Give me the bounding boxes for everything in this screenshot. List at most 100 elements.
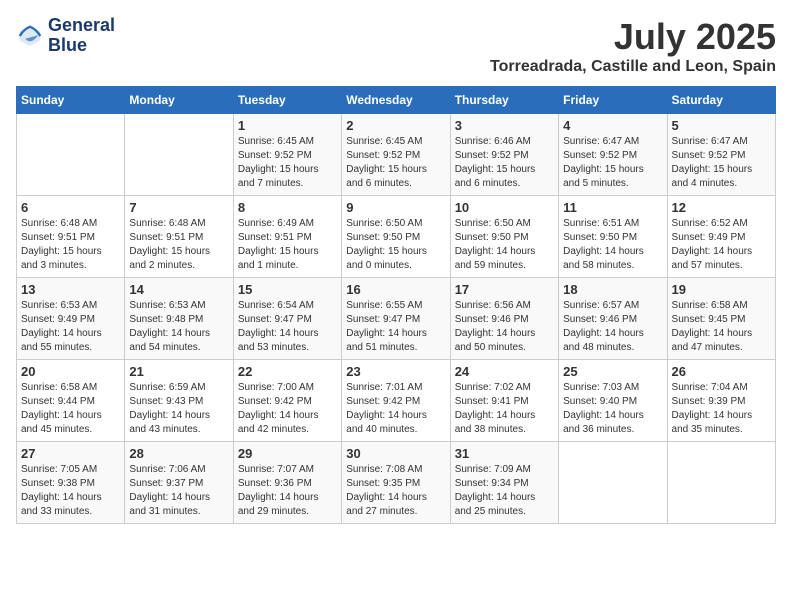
day-info: Sunrise: 6:55 AM Sunset: 9:47 PM Dayligh… (346, 299, 445, 355)
day-header-monday: Monday (125, 87, 233, 114)
day-info: Sunrise: 6:46 AM Sunset: 9:52 PM Dayligh… (455, 135, 554, 191)
day-number: 2 (346, 118, 445, 133)
day-number: 4 (563, 118, 662, 133)
day-number: 17 (455, 282, 554, 297)
day-header-tuesday: Tuesday (233, 87, 341, 114)
week-row-4: 20 Sunrise: 6:58 AM Sunset: 9:44 PM Dayli… (17, 360, 776, 442)
day-info: Sunrise: 6:58 AM Sunset: 9:45 PM Dayligh… (672, 299, 771, 355)
day-number: 11 (563, 200, 662, 215)
day-header-friday: Friday (559, 87, 667, 114)
day-info: Sunrise: 7:01 AM Sunset: 9:42 PM Dayligh… (346, 381, 445, 437)
calendar-cell: 31Sunrise: 7:09 AM Sunset: 9:34 PM Dayli… (450, 442, 558, 524)
day-info: Sunrise: 7:03 AM Sunset: 9:40 PM Dayligh… (563, 381, 662, 437)
week-row-1: 1Sunrise: 6:45 AM Sunset: 9:52 PM Daylig… (17, 114, 776, 196)
day-number: 24 (455, 364, 554, 379)
calendar-cell (559, 442, 667, 524)
week-row-5: 27 Sunrise: 7:05 AM Sunset: 9:38 PM Dayli… (17, 442, 776, 524)
day-number: 20 (21, 364, 120, 379)
week-row-2: 6Sunrise: 6:48 AM Sunset: 9:51 PM Daylig… (17, 196, 776, 278)
calendar-cell: 22 Sunrise: 7:00 AM Sunset: 9:42 PM Dayli… (233, 360, 341, 442)
logo-icon (16, 22, 44, 50)
calendar-cell: 11 Sunrise: 6:51 AM Sunset: 9:50 PM Dayli… (559, 196, 667, 278)
day-number: 6 (21, 200, 120, 215)
day-info: Sunrise: 6:49 AM Sunset: 9:51 PM Dayligh… (238, 217, 337, 273)
day-number: 7 (129, 200, 228, 215)
day-number: 29 (238, 446, 337, 461)
day-info: Sunrise: 6:53 AM Sunset: 9:49 PM Dayligh… (21, 299, 120, 355)
day-number: 21 (129, 364, 228, 379)
calendar-cell: 17 Sunrise: 6:56 AM Sunset: 9:46 PM Dayli… (450, 278, 558, 360)
calendar-cell (125, 114, 233, 196)
day-info: Sunrise: 6:57 AM Sunset: 9:46 PM Dayligh… (563, 299, 662, 355)
day-number: 5 (672, 118, 771, 133)
calendar-cell: 16 Sunrise: 6:55 AM Sunset: 9:47 PM Dayli… (342, 278, 450, 360)
day-info: Sunrise: 6:47 AM Sunset: 9:52 PM Dayligh… (563, 135, 662, 191)
day-info: Sunrise: 6:54 AM Sunset: 9:47 PM Dayligh… (238, 299, 337, 355)
location-title: Torreadrada, Castille and Leon, Spain (490, 58, 776, 76)
day-number: 23 (346, 364, 445, 379)
calendar-cell: 14Sunrise: 6:53 AM Sunset: 9:48 PM Dayli… (125, 278, 233, 360)
day-info: Sunrise: 7:07 AM Sunset: 9:36 PM Dayligh… (238, 463, 337, 519)
day-number: 22 (238, 364, 337, 379)
calendar-cell: 26 Sunrise: 7:04 AM Sunset: 9:39 PM Dayli… (667, 360, 775, 442)
calendar-cell: 30 Sunrise: 7:08 AM Sunset: 9:35 PM Dayli… (342, 442, 450, 524)
day-header-sunday: Sunday (17, 87, 125, 114)
calendar-cell: 7Sunrise: 6:48 AM Sunset: 9:51 PM Daylig… (125, 196, 233, 278)
day-info: Sunrise: 6:45 AM Sunset: 9:52 PM Dayligh… (238, 135, 337, 191)
day-info: Sunrise: 6:58 AM Sunset: 9:44 PM Dayligh… (21, 381, 120, 437)
day-info: Sunrise: 6:51 AM Sunset: 9:50 PM Dayligh… (563, 217, 662, 273)
calendar-cell: 13 Sunrise: 6:53 AM Sunset: 9:49 PM Dayli… (17, 278, 125, 360)
calendar-cell: 29 Sunrise: 7:07 AM Sunset: 9:36 PM Dayli… (233, 442, 341, 524)
calendar-cell (667, 442, 775, 524)
day-info: Sunrise: 7:00 AM Sunset: 9:42 PM Dayligh… (238, 381, 337, 437)
day-info: Sunrise: 6:56 AM Sunset: 9:46 PM Dayligh… (455, 299, 554, 355)
calendar-cell: 2 Sunrise: 6:45 AM Sunset: 9:52 PM Daylig… (342, 114, 450, 196)
calendar-cell: 20 Sunrise: 6:58 AM Sunset: 9:44 PM Dayli… (17, 360, 125, 442)
logo-text: General Blue (48, 16, 115, 56)
day-info: Sunrise: 7:04 AM Sunset: 9:39 PM Dayligh… (672, 381, 771, 437)
logo: General Blue (16, 16, 115, 56)
day-number: 18 (563, 282, 662, 297)
calendar-cell: 10Sunrise: 6:50 AM Sunset: 9:50 PM Dayli… (450, 196, 558, 278)
calendar-cell: 23 Sunrise: 7:01 AM Sunset: 9:42 PM Dayli… (342, 360, 450, 442)
calendar-cell: 15Sunrise: 6:54 AM Sunset: 9:47 PM Dayli… (233, 278, 341, 360)
day-info: Sunrise: 6:47 AM Sunset: 9:52 PM Dayligh… (672, 135, 771, 191)
calendar-cell: 25Sunrise: 7:03 AM Sunset: 9:40 PM Dayli… (559, 360, 667, 442)
day-number: 19 (672, 282, 771, 297)
day-number: 31 (455, 446, 554, 461)
day-number: 26 (672, 364, 771, 379)
day-number: 30 (346, 446, 445, 461)
day-number: 27 (21, 446, 120, 461)
calendar-cell: 28Sunrise: 7:06 AM Sunset: 9:37 PM Dayli… (125, 442, 233, 524)
day-number: 13 (21, 282, 120, 297)
day-info: Sunrise: 7:08 AM Sunset: 9:35 PM Dayligh… (346, 463, 445, 519)
day-info: Sunrise: 6:50 AM Sunset: 9:50 PM Dayligh… (346, 217, 445, 273)
calendar-cell: 3Sunrise: 6:46 AM Sunset: 9:52 PM Daylig… (450, 114, 558, 196)
day-info: Sunrise: 6:52 AM Sunset: 9:49 PM Dayligh… (672, 217, 771, 273)
day-header-thursday: Thursday (450, 87, 558, 114)
month-title: July 2025 (490, 16, 776, 58)
calendar-cell: 5 Sunrise: 6:47 AM Sunset: 9:52 PM Daylig… (667, 114, 775, 196)
day-info: Sunrise: 7:02 AM Sunset: 9:41 PM Dayligh… (455, 381, 554, 437)
calendar-table: SundayMondayTuesdayWednesdayThursdayFrid… (16, 86, 776, 524)
calendar-cell (17, 114, 125, 196)
calendar-cell: 4 Sunrise: 6:47 AM Sunset: 9:52 PM Daylig… (559, 114, 667, 196)
calendar-cell: 18 Sunrise: 6:57 AM Sunset: 9:46 PM Dayli… (559, 278, 667, 360)
calendar-cell: 24 Sunrise: 7:02 AM Sunset: 9:41 PM Dayli… (450, 360, 558, 442)
calendar-cell: 27 Sunrise: 7:05 AM Sunset: 9:38 PM Dayli… (17, 442, 125, 524)
calendar-cell: 8 Sunrise: 6:49 AM Sunset: 9:51 PM Daylig… (233, 196, 341, 278)
day-number: 12 (672, 200, 771, 215)
calendar-cell: 6Sunrise: 6:48 AM Sunset: 9:51 PM Daylig… (17, 196, 125, 278)
day-info: Sunrise: 7:05 AM Sunset: 9:38 PM Dayligh… (21, 463, 120, 519)
calendar-cell: 21Sunrise: 6:59 AM Sunset: 9:43 PM Dayli… (125, 360, 233, 442)
days-header-row: SundayMondayTuesdayWednesdayThursdayFrid… (17, 87, 776, 114)
header: General Blue July 2025 Torreadrada, Cast… (16, 16, 776, 76)
day-info: Sunrise: 6:45 AM Sunset: 9:52 PM Dayligh… (346, 135, 445, 191)
calendar-cell: 9Sunrise: 6:50 AM Sunset: 9:50 PM Daylig… (342, 196, 450, 278)
calendar-cell: 1Sunrise: 6:45 AM Sunset: 9:52 PM Daylig… (233, 114, 341, 196)
day-number: 8 (238, 200, 337, 215)
day-header-wednesday: Wednesday (342, 87, 450, 114)
day-info: Sunrise: 6:50 AM Sunset: 9:50 PM Dayligh… (455, 217, 554, 273)
day-info: Sunrise: 6:53 AM Sunset: 9:48 PM Dayligh… (129, 299, 228, 355)
day-number: 16 (346, 282, 445, 297)
